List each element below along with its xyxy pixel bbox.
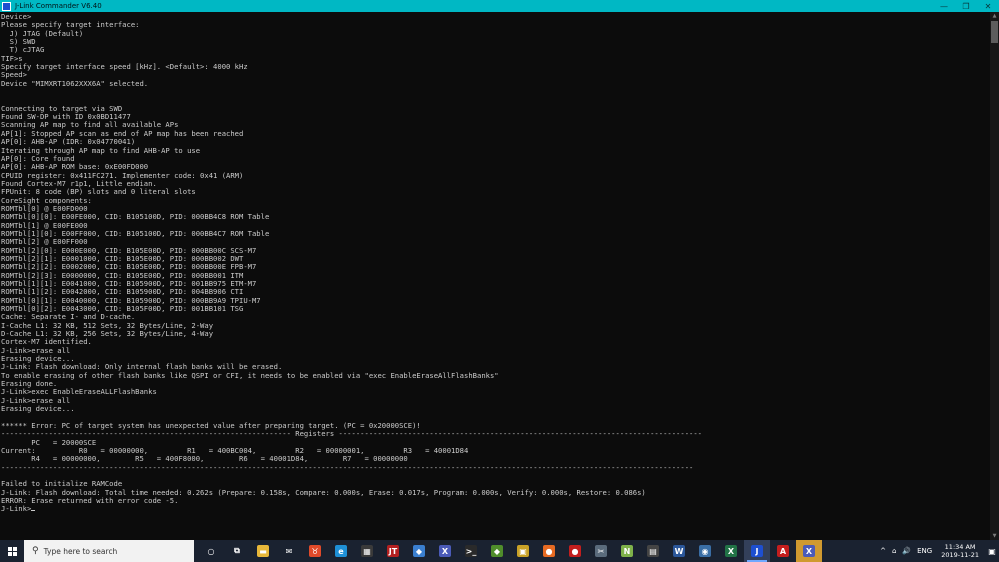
app-green-icon: ◆ <box>491 545 503 557</box>
console-output[interactable]: Device> Please specify target interface:… <box>0 12 990 540</box>
taskbar: ⚲ Type here to search ○ ⧉ ▬ ✉ ♉ e ▦ JT ◆ X >_ ◆ ▣ ● ● ✂… <box>0 540 999 562</box>
calculator-icon: ▦ <box>361 545 373 557</box>
app-web-icon: ◉ <box>699 545 711 557</box>
taskbar-app[interactable]: J <box>744 540 770 562</box>
jlink-icon: J <box>751 545 763 557</box>
taskbar-app[interactable]: >_ <box>458 540 484 562</box>
task-view-icon: ⧉ <box>231 545 243 557</box>
window-controls: — ❐ ✕ <box>933 0 999 12</box>
restore-button[interactable]: ❐ <box>955 0 977 12</box>
system-tray: ^ ⌂ 🔊 ENG 11:34 AM 2019-11-21 ▣ <box>877 540 999 562</box>
app-x-blue-icon: X <box>439 545 451 557</box>
title-bar: J-Link Commander V6.40 — ❐ ✕ <box>0 0 999 12</box>
app-x-active-icon: X <box>803 545 815 557</box>
taskbar-app[interactable]: X <box>718 540 744 562</box>
taskbar-app[interactable]: JT <box>380 540 406 562</box>
volume-icon[interactable]: 🔊 <box>902 547 911 555</box>
taskbar-app[interactable]: ▣ <box>510 540 536 562</box>
clock[interactable]: 11:34 AM 2019-11-21 <box>941 543 979 559</box>
start-button[interactable] <box>0 540 24 562</box>
notification-center-icon[interactable]: ▣ <box>985 540 999 562</box>
windows-logo-icon <box>7 546 17 556</box>
acrobat-icon: A <box>777 545 789 557</box>
text-cursor <box>31 510 36 512</box>
word-icon: W <box>673 545 685 557</box>
search-icon: ⚲ <box>32 546 39 556</box>
search-placeholder: Type here to search <box>43 546 118 556</box>
taskbar-app[interactable]: ○ <box>198 540 224 562</box>
scroll-down-arrow-icon[interactable]: ▼ <box>990 532 999 540</box>
taskbar-app[interactable]: W <box>666 540 692 562</box>
taskbar-pinned-apps: ○ ⧉ ▬ ✉ ♉ e ▦ JT ◆ X >_ ◆ ▣ ● ● ✂ N ▤ W ◉ X J A X <box>198 540 822 562</box>
vertical-scrollbar[interactable]: ▲ ▼ <box>990 12 999 540</box>
firefox-icon: ● <box>543 545 555 557</box>
taskbar-app[interactable]: A <box>770 540 796 562</box>
taskbar-app[interactable]: ▬ <box>250 540 276 562</box>
notepad-plus-icon: N <box>621 545 633 557</box>
taskbar-app[interactable]: ◉ <box>692 540 718 562</box>
scroll-up-arrow-icon[interactable]: ▲ <box>990 12 999 20</box>
tools-icon: ✂ <box>595 545 607 557</box>
file-explorer-icon: ▬ <box>257 545 269 557</box>
taskbar-app[interactable]: X <box>796 540 822 562</box>
command-prompt-icon: >_ <box>465 545 477 557</box>
console-log: Device> Please specify target interface:… <box>1 12 703 514</box>
app-yellow-icon: ▣ <box>517 545 529 557</box>
taskbar-app[interactable]: ▤ <box>640 540 666 562</box>
taskbar-app[interactable]: ● <box>562 540 588 562</box>
app-window-icon: ▤ <box>647 545 659 557</box>
taskbar-search-box[interactable]: ⚲ Type here to search <box>24 540 194 562</box>
scrollbar-thumb[interactable] <box>991 21 998 43</box>
taskbar-app[interactable]: ▦ <box>354 540 380 562</box>
mail-icon: ✉ <box>283 545 295 557</box>
jlink-app-icon <box>2 1 11 11</box>
taskbar-app[interactable]: e <box>328 540 354 562</box>
edge-icon: e <box>335 545 347 557</box>
app-red-icon: ♉ <box>309 545 321 557</box>
taskbar-app[interactable]: ✂ <box>588 540 614 562</box>
app-jt-icon: JT <box>387 545 399 557</box>
bird-app-icon: ◆ <box>413 545 425 557</box>
console-text: Device> Please specify target interface:… <box>0 12 990 514</box>
window-title: J-Link Commander V6.40 <box>15 2 102 10</box>
network-icon[interactable]: ⌂ <box>892 547 896 555</box>
taskbar-app[interactable]: ◆ <box>484 540 510 562</box>
taskbar-app[interactable]: N <box>614 540 640 562</box>
close-button[interactable]: ✕ <box>977 0 999 12</box>
clock-date: 2019-11-21 <box>941 551 979 559</box>
input-language[interactable]: ENG <box>917 547 932 555</box>
app-red-circle-icon: ● <box>569 545 581 557</box>
taskbar-app[interactable]: ◆ <box>406 540 432 562</box>
excel-icon: X <box>725 545 737 557</box>
taskbar-app[interactable]: ♉ <box>302 540 328 562</box>
minimize-button[interactable]: — <box>933 0 955 12</box>
taskbar-app[interactable]: ✉ <box>276 540 302 562</box>
clock-time: 11:34 AM <box>944 543 976 551</box>
taskbar-app[interactable]: X <box>432 540 458 562</box>
tray-overflow-chevron-icon[interactable]: ^ <box>880 547 886 555</box>
taskbar-app[interactable]: ● <box>536 540 562 562</box>
taskbar-app[interactable]: ⧉ <box>224 540 250 562</box>
cortana-circle-icon: ○ <box>205 545 217 557</box>
